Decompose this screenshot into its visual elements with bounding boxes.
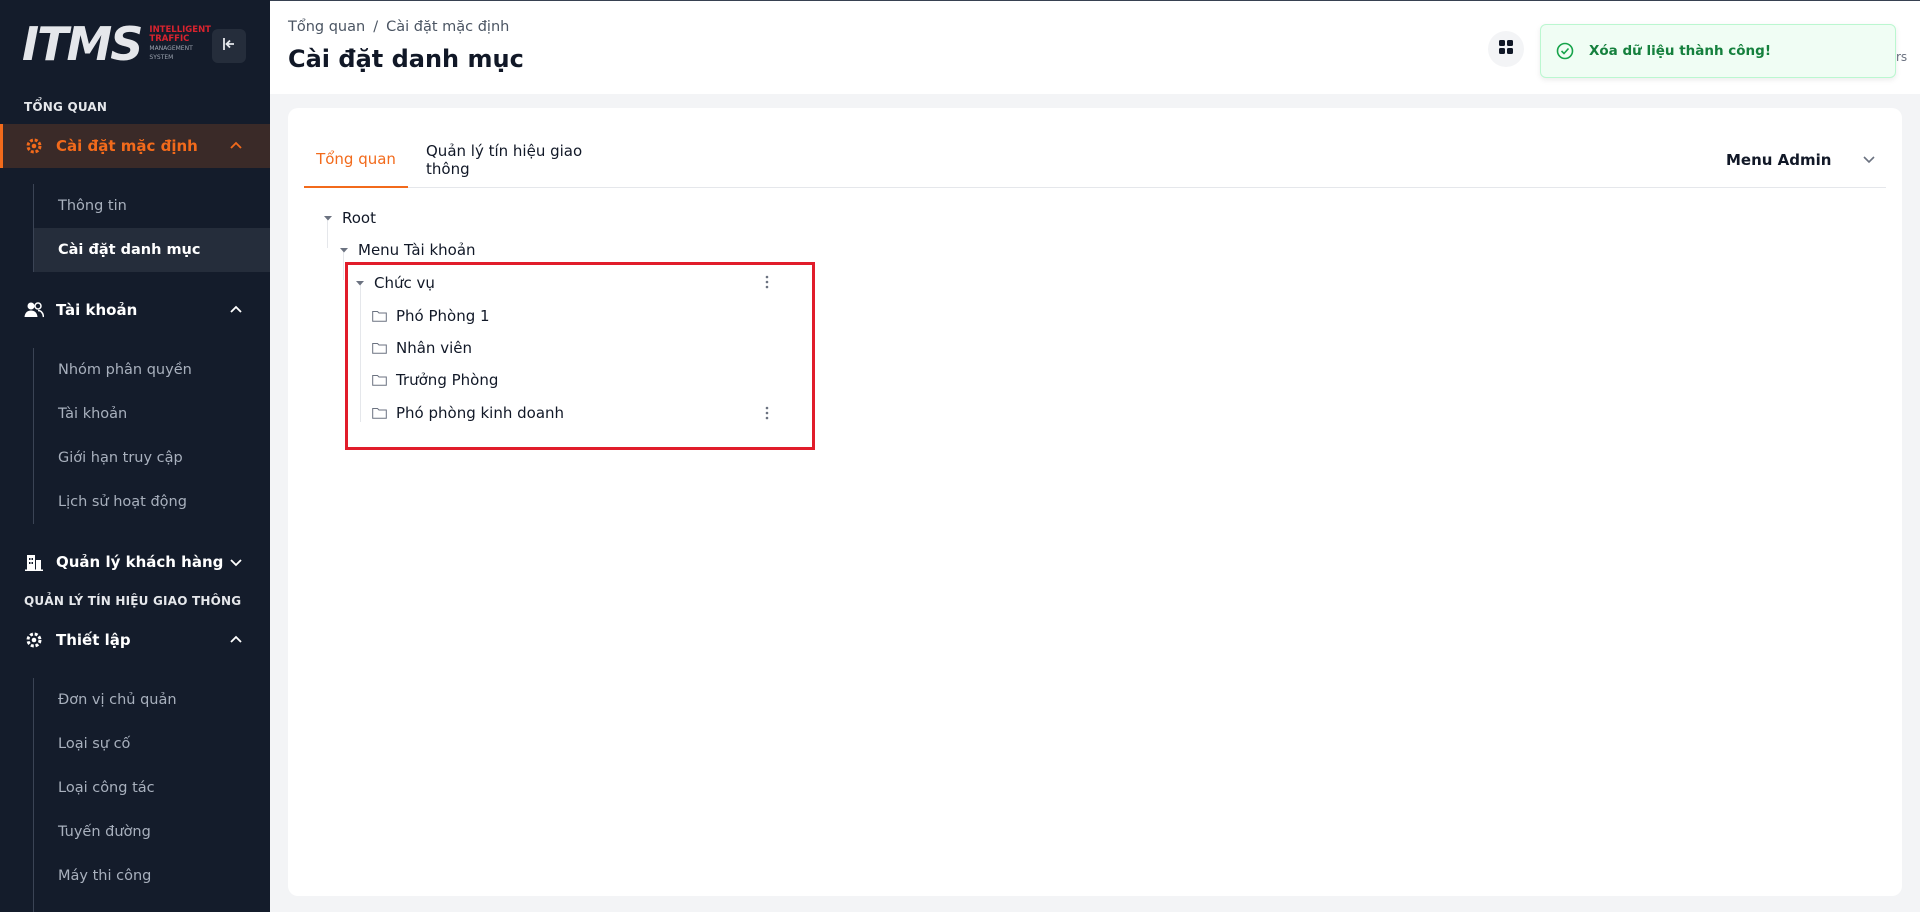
gear-icon [24, 136, 44, 156]
breadcrumb-separator: / [373, 19, 379, 35]
tab-overview[interactable]: Tổng quan [304, 132, 408, 188]
building-icon [24, 552, 44, 572]
sidebar-item-activity-history[interactable]: Lịch sử hoạt động [34, 480, 270, 524]
menu-select-value: Menu Admin [1726, 151, 1832, 169]
menu-group-customers[interactable]: Quản lý khách hàng [0, 540, 270, 584]
tagline-line: MANAGEMENT [149, 45, 193, 52]
collapse-sidebar-button[interactable] [212, 29, 246, 63]
tree-node-menu-account[interactable]: Menu Tài khoản [338, 236, 476, 264]
chevron-up-icon [228, 138, 244, 154]
sidebar-item-info[interactable]: Thông tin [34, 184, 270, 228]
sidebar-item-permission-groups[interactable]: Nhóm phân quyền [34, 348, 270, 392]
success-toast: Xóa dữ liệu thành công! [1540, 24, 1896, 78]
tree-node-root[interactable]: Root [322, 204, 376, 232]
menu-group-label: Cài đặt mặc định [56, 137, 198, 155]
menu-select[interactable]: Menu Admin [1722, 132, 1886, 188]
chevron-up-icon [228, 632, 244, 648]
tab-bar: Tổng quan Quản lý tín hiệu giao thông Me… [304, 132, 1886, 188]
sidebar-item-incident-types[interactable]: Loại sự cố [34, 722, 270, 766]
menu-group-label: Quản lý khách hàng [56, 553, 224, 571]
users-icon [24, 300, 44, 320]
sidebar-item-managing-units[interactable]: Đơn vị chủ quản [34, 678, 270, 722]
content-card: Tổng quan Quản lý tín hiệu giao thông Me… [288, 108, 1902, 896]
caret-down-icon[interactable] [322, 212, 334, 224]
breadcrumb-item-overview[interactable]: Tổng quan [288, 19, 365, 35]
sidebar-item-accounts[interactable]: Tài khoản [34, 392, 270, 436]
user-menu-peek[interactable]: rs [1896, 50, 1907, 64]
menu-group-label: Thiết lập [56, 631, 131, 649]
tab-traffic-signal[interactable]: Quản lý tín hiệu giao thông [426, 132, 620, 188]
breadcrumb-item-default-settings[interactable]: Cài đặt mặc định [386, 19, 509, 35]
breadcrumb: Tổng quan / Cài đặt mặc định [288, 19, 509, 35]
sidebar-item-work-types[interactable]: Loại công tác [34, 766, 270, 810]
menu-group-label: Tài khoản [56, 301, 138, 319]
section-title-overview: TỔNG QUAN [24, 100, 108, 114]
menu-group-setup[interactable]: Thiết lập [0, 618, 270, 662]
tagline-line: SYSTEM [149, 54, 174, 61]
grid-icon [1498, 39, 1514, 59]
chevron-up-icon [228, 302, 244, 318]
menu-group-default-settings[interactable]: Cài đặt mặc định [0, 124, 270, 168]
collapse-left-icon [221, 36, 237, 56]
menu-group-account[interactable]: Tài khoản [0, 288, 270, 332]
section-title-traffic: QUẢN LÝ TÍN HIỆU GIAO THÔNG [24, 594, 242, 608]
tagline-line: TRAFFIC [149, 34, 190, 44]
sidebar-item-routes[interactable]: Tuyến đường [34, 810, 270, 854]
check-circle-icon [1555, 41, 1575, 61]
logo-text: ITMS [22, 17, 143, 71]
toast-message: Xóa dữ liệu thành công! [1589, 43, 1771, 59]
sidebar-item-category-settings[interactable]: Cài đặt danh mục [34, 228, 270, 272]
sidebar-item-access-limits[interactable]: Giới hạn truy cập [34, 436, 270, 480]
logo-tagline: INTELLIGENT TRAFFIC MANAGEMENT SYSTEM [149, 26, 211, 62]
gear-icon [24, 630, 44, 650]
chevron-down-icon [1862, 152, 1876, 170]
sidebar-item-machines[interactable]: Máy thi công [34, 854, 270, 898]
apps-button[interactable] [1488, 31, 1524, 67]
tree-node-label: Root [342, 209, 376, 227]
brand-logo[interactable]: ITMS INTELLIGENT TRAFFIC MANAGEMENT SYST… [22, 17, 211, 71]
page-title: Cài đặt danh mục [288, 45, 524, 73]
annotation-highlight-box [345, 262, 815, 450]
chevron-down-icon [228, 554, 244, 570]
sidebar: ITMS INTELLIGENT TRAFFIC MANAGEMENT SYST… [0, 0, 270, 912]
tree-node-label: Menu Tài khoản [358, 241, 476, 259]
caret-down-icon[interactable] [338, 244, 350, 256]
